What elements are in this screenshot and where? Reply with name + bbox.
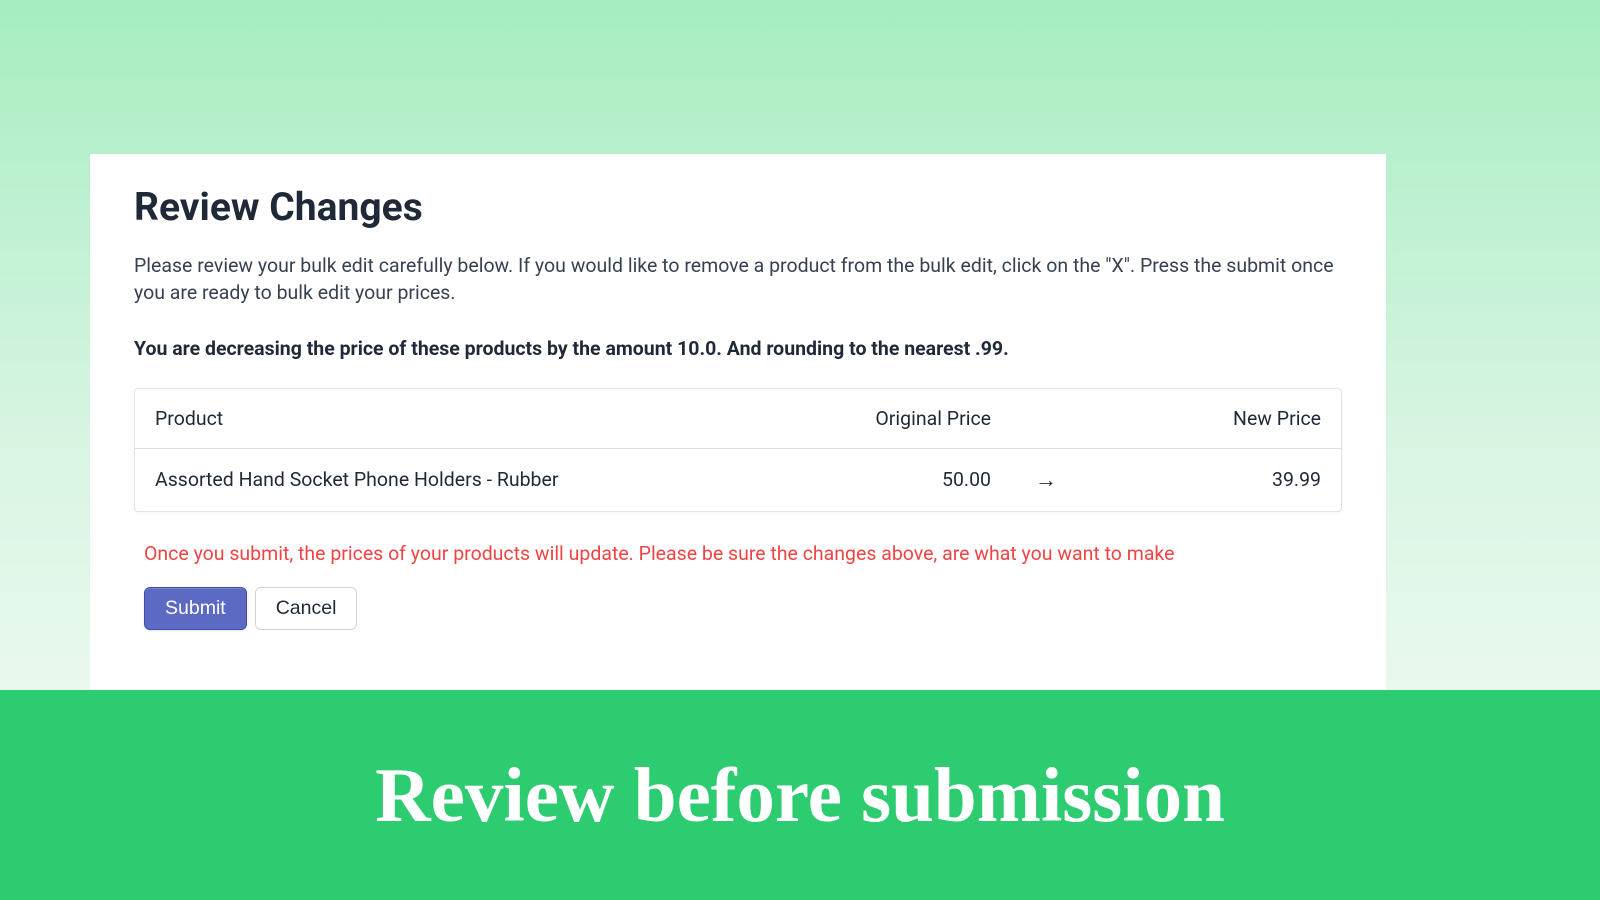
table-header: Product Original Price New Price bbox=[135, 389, 1341, 449]
action-bar: Submit Cancel bbox=[134, 587, 1342, 630]
cell-original-price: 50.00 bbox=[771, 468, 991, 491]
review-table: Product Original Price New Price Assorte… bbox=[134, 388, 1342, 512]
arrow-icon: → bbox=[991, 467, 1101, 493]
cell-new-price: 39.99 bbox=[1101, 468, 1321, 491]
instructions-text: Please review your bulk edit carefully b… bbox=[134, 252, 1342, 307]
warning-text: Once you submit, the prices of your prod… bbox=[134, 542, 1342, 565]
promo-banner: Review before submission bbox=[0, 690, 1600, 900]
col-header-product: Product bbox=[155, 407, 771, 430]
col-header-original: Original Price bbox=[771, 407, 991, 430]
cell-product: Assorted Hand Socket Phone Holders - Rub… bbox=[155, 468, 771, 491]
page-title: Review Changes bbox=[134, 184, 1342, 230]
banner-caption: Review before submission bbox=[375, 751, 1225, 840]
review-card: Review Changes Please review your bulk e… bbox=[90, 154, 1386, 704]
table-row: Assorted Hand Socket Phone Holders - Rub… bbox=[135, 449, 1341, 511]
cancel-button[interactable]: Cancel bbox=[255, 587, 358, 630]
col-header-new: New Price bbox=[1101, 407, 1321, 430]
change-summary: You are decreasing the price of these pr… bbox=[134, 337, 1342, 360]
submit-button[interactable]: Submit bbox=[144, 587, 247, 630]
